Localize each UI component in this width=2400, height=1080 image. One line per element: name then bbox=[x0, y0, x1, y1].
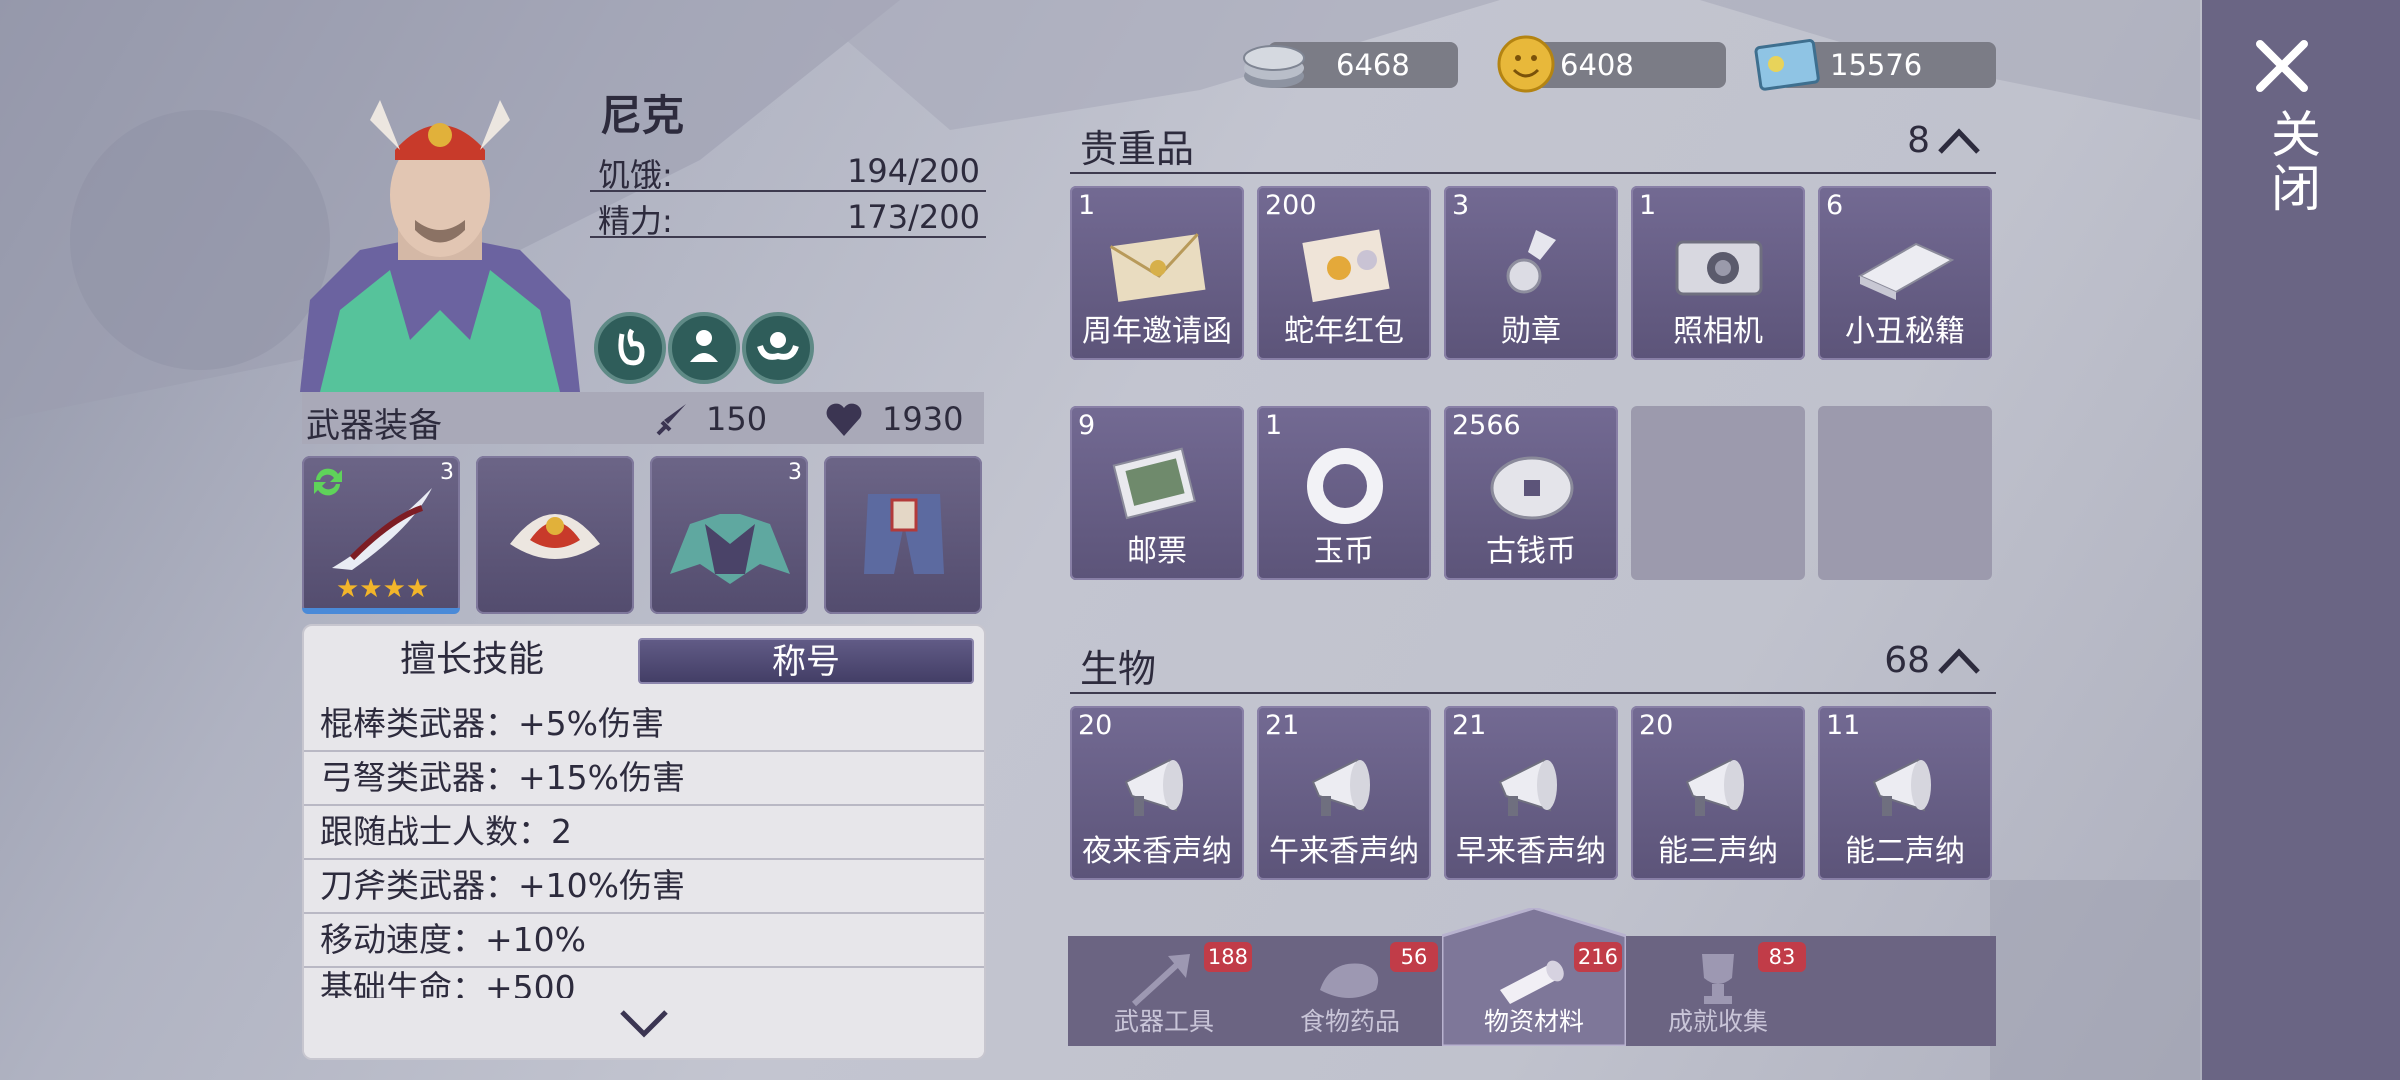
wood-log-icon bbox=[1500, 960, 1564, 1004]
chevron-down-icon[interactable] bbox=[618, 1006, 670, 1042]
currency-silver: 6468 bbox=[1243, 42, 1458, 88]
section-creatures: 生物 68 bbox=[1070, 634, 1996, 694]
gear-level: 3 bbox=[440, 460, 454, 485]
close-label[interactable]: 关闭 bbox=[2256, 108, 2328, 216]
red-envelope-icon bbox=[1302, 229, 1390, 303]
equip-slot-weapon[interactable]: 3 ★★★★ bbox=[302, 456, 460, 614]
tab-food-medicine[interactable]: 56 食物药品 bbox=[1258, 936, 1442, 1046]
camera-icon bbox=[1675, 240, 1763, 296]
weapon-equipment-header: 武器装备 150 1930 bbox=[302, 392, 984, 446]
megaphone-icon bbox=[1311, 758, 1370, 816]
skills-panel: 擅长技能 称号 棍棒类武器：+5%伤害 弓弩类武器：+15%伤害 跟随战士人数：… bbox=[302, 624, 986, 1060]
character-name: 尼克 bbox=[600, 91, 685, 140]
gold-smile-coin-icon bbox=[1497, 35, 1555, 93]
item-clown-book[interactable]: 6 小丑秘籍 bbox=[1818, 186, 1992, 360]
item-ancient-coin[interactable]: 2566 古钱币 bbox=[1444, 406, 1618, 580]
trophy-icon bbox=[1702, 954, 1734, 1004]
stomach-icon[interactable] bbox=[594, 312, 666, 384]
ticket-icon bbox=[1754, 39, 1820, 91]
count-badge: 216 bbox=[1573, 942, 1622, 972]
skill-row: 基础生命：+500 bbox=[320, 968, 576, 998]
currency-gold: 6408 bbox=[1497, 35, 1726, 93]
person-icon[interactable] bbox=[668, 312, 740, 384]
close-icon[interactable] bbox=[2250, 34, 2314, 98]
chevron-up-icon[interactable] bbox=[1936, 646, 1982, 676]
equip-slot-helmet[interactable] bbox=[476, 456, 634, 614]
pants-icon bbox=[864, 494, 944, 574]
item-sonar[interactable]: 11 能二声纳 bbox=[1818, 706, 1992, 880]
character-portrait bbox=[300, 100, 580, 392]
item-stamps[interactable]: 9 邮票 bbox=[1070, 406, 1244, 580]
stamps-icon bbox=[1112, 447, 1197, 520]
inventory-screen: { "currencies": [ {"icon":"silver-coin-i… bbox=[0, 0, 2400, 1080]
skill-row: 刀斧类武器：+10%伤害 bbox=[304, 860, 984, 914]
tab-achievements[interactable]: 83 成就收集 bbox=[1626, 936, 1810, 1046]
skill-row: 弓弩类武器：+15%伤害 bbox=[304, 752, 984, 806]
blade-weapon-icon bbox=[332, 488, 432, 570]
durability-bar bbox=[302, 608, 460, 614]
item-sonar[interactable]: 21 早来香声纳 bbox=[1444, 706, 1618, 880]
chevron-up-icon[interactable] bbox=[1936, 126, 1982, 156]
medal-icon bbox=[1506, 230, 1556, 294]
meat-icon bbox=[1320, 963, 1379, 998]
strength-icon[interactable] bbox=[742, 312, 814, 384]
empty-slot bbox=[1631, 406, 1805, 580]
item-sonar[interactable]: 21 午来香声纳 bbox=[1257, 706, 1431, 880]
stat-energy: 精力: 173/200 bbox=[590, 194, 986, 240]
axe-icon bbox=[1131, 954, 1190, 1007]
item-sonar[interactable]: 20 能三声纳 bbox=[1631, 706, 1805, 880]
gear-level: 3 bbox=[788, 460, 802, 485]
count-badge: 83 bbox=[1758, 942, 1806, 972]
count-badge: 188 bbox=[1203, 942, 1252, 972]
megaphone-icon bbox=[1124, 758, 1183, 816]
empty-slot bbox=[1818, 406, 1992, 580]
armor-icon bbox=[670, 514, 790, 584]
equip-slot-armor[interactable]: 3 bbox=[650, 456, 808, 614]
tab-weapons-tools[interactable]: 188 武器工具 bbox=[1072, 936, 1256, 1046]
megaphone-icon bbox=[1685, 758, 1744, 816]
megaphone-icon bbox=[1872, 758, 1931, 816]
skill-row: 跟随战士人数：2 bbox=[304, 806, 984, 860]
jade-ring-icon bbox=[1307, 448, 1383, 524]
item-medal[interactable]: 3 勋章 bbox=[1444, 186, 1618, 360]
skill-row: 棍棒类武器：+5%伤害 bbox=[304, 698, 984, 752]
silver-coin-icon bbox=[1243, 45, 1305, 88]
count-badge: 56 bbox=[1390, 942, 1438, 972]
skill-row: 移动速度：+10% bbox=[304, 914, 984, 968]
close-panel[interactable]: 关闭 bbox=[2202, 0, 2400, 1080]
item-jade-coin[interactable]: 1 玉币 bbox=[1257, 406, 1431, 580]
item-snake-red-envelope[interactable]: 200 蛇年红包 bbox=[1257, 186, 1431, 360]
stat-hunger: 饥饿: 194/200 bbox=[590, 148, 986, 194]
ancient-coin-icon bbox=[1490, 456, 1574, 520]
heart-icon bbox=[826, 403, 862, 436]
tab-materials[interactable]: 216 物资材料 bbox=[1442, 936, 1626, 1046]
item-camera[interactable]: 1 照相机 bbox=[1631, 186, 1805, 360]
equip-slot-pants[interactable] bbox=[824, 456, 982, 614]
tab-specialty-skills[interactable]: 擅长技能 bbox=[314, 636, 630, 684]
tab-title[interactable]: 称号 bbox=[638, 638, 974, 684]
category-tab-bar: 188 武器工具 56 食物药品 216 物资材料 83 成就收集 bbox=[1068, 908, 1996, 1046]
currency-ticket: 15576 bbox=[1754, 39, 1996, 91]
megaphone-icon bbox=[1498, 758, 1557, 816]
item-anniversary-invitation[interactable]: 1 周年邀请函 bbox=[1070, 186, 1244, 360]
book-icon bbox=[1857, 242, 1955, 300]
sword-icon bbox=[656, 404, 686, 436]
star-rating: ★★★★ bbox=[336, 574, 430, 604]
crown-helmet-icon bbox=[510, 514, 600, 559]
item-sonar[interactable]: 20 夜来香声纳 bbox=[1070, 706, 1244, 880]
envelope-icon bbox=[1109, 233, 1206, 302]
section-valuables: 贵重品 8 bbox=[1070, 114, 1996, 174]
